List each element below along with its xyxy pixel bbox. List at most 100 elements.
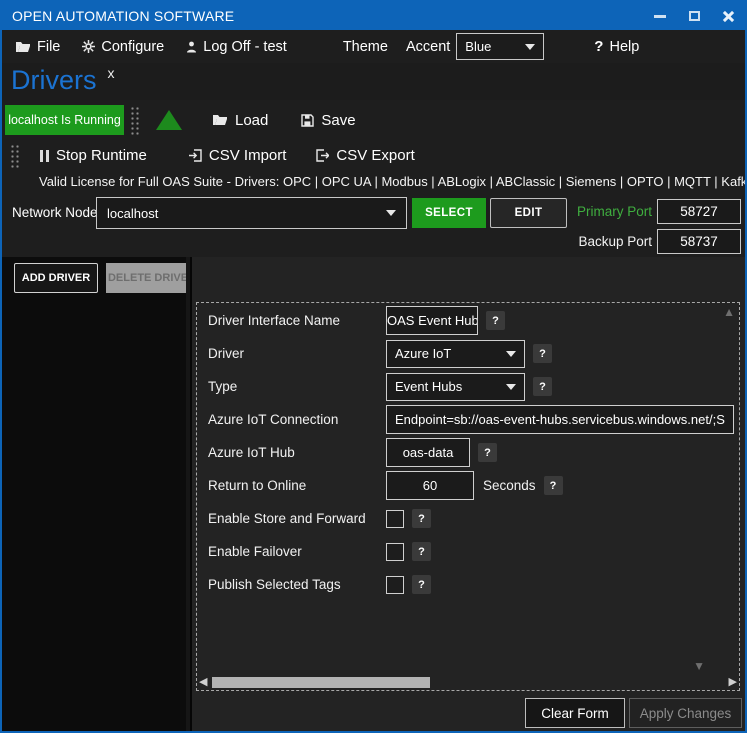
menu-file[interactable]: File <box>11 36 64 58</box>
primary-port-label: Primary Port <box>562 204 652 219</box>
save-icon <box>301 114 314 127</box>
chevron-down-icon <box>386 210 396 216</box>
toolbar-grip[interactable] <box>129 105 139 135</box>
return-to-online-input[interactable] <box>386 471 474 500</box>
clear-form-button[interactable]: Clear Form <box>525 698 625 728</box>
driver-interface-name-label: Driver Interface Name <box>208 313 386 328</box>
driver-interface-name-input[interactable] <box>386 306 478 335</box>
minimize-button[interactable] <box>643 2 677 30</box>
publish-selected-tags-checkbox[interactable] <box>386 576 404 594</box>
driver-list-panel: ADD DRIVER DELETE DRIVER <box>2 257 186 731</box>
menu-configure[interactable]: Configure <box>78 36 168 58</box>
save-label: Save <box>321 112 355 129</box>
help-button[interactable]: ? <box>544 476 563 495</box>
enable-store-and-forward-label: Enable Store and Forward <box>208 511 386 526</box>
csv-import-label: CSV Import <box>209 147 287 164</box>
form-row-return-to-online: Return to Online Seconds ? <box>208 469 735 502</box>
csv-import-button[interactable]: CSV Import <box>189 147 287 164</box>
user-icon <box>186 41 197 53</box>
network-node-select[interactable]: localhost <box>96 197 407 229</box>
primary-port-value: 58727 <box>657 199 741 224</box>
menu-bar: File Configure Log Off - test Theme Acce… <box>2 30 745 63</box>
folder-icon <box>15 41 31 53</box>
form-row-enable-store-and-forward: Enable Store and Forward ? <box>208 502 735 535</box>
close-icon <box>722 10 735 23</box>
csv-export-button[interactable]: CSV Export <box>316 147 414 164</box>
enable-failover-checkbox[interactable] <box>386 543 404 561</box>
add-driver-button[interactable]: ADD DRIVER <box>14 263 98 293</box>
scrollbar-thumb[interactable] <box>212 677 430 688</box>
chevron-down-icon <box>506 351 516 357</box>
menu-log-off[interactable]: Log Off - test <box>182 36 291 58</box>
import-icon <box>189 149 202 162</box>
toolbar-runtime: localhost Is Running Load Save <box>2 100 745 140</box>
license-text: Valid License for Full OAS Suite - Drive… <box>2 171 745 195</box>
stop-runtime-label: Stop Runtime <box>56 147 147 164</box>
window-controls <box>643 2 745 30</box>
network-node-value: localhost <box>107 206 158 221</box>
return-to-online-label: Return to Online <box>208 478 386 493</box>
menu-file-label: File <box>37 39 60 55</box>
scroll-left-icon[interactable]: ◀ <box>199 676 207 689</box>
driver-form: Driver Interface Name ? Driver Azure IoT… <box>197 304 739 601</box>
form-row-driver-interface-name: Driver Interface Name ? <box>208 304 735 337</box>
running-indicator-icon <box>156 110 182 130</box>
help-button[interactable]: ? <box>478 443 497 462</box>
accent-select[interactable]: Blue <box>456 33 544 60</box>
scroll-down-icon[interactable]: ▼ <box>693 659 705 673</box>
tab-drivers[interactable]: Drivers <box>11 63 97 97</box>
menu-help-label: Help <box>609 39 639 55</box>
help-button[interactable]: ? <box>533 344 552 363</box>
help-button[interactable]: ? <box>412 575 431 594</box>
help-button[interactable]: ? <box>412 509 431 528</box>
type-select[interactable]: Event Hubs <box>386 373 525 401</box>
gear-icon <box>82 40 95 53</box>
help-icon: ? <box>594 38 603 55</box>
help-button[interactable]: ? <box>486 311 505 330</box>
driver-select[interactable]: Azure IoT <box>386 340 525 368</box>
help-button[interactable]: ? <box>412 542 431 561</box>
scroll-right-icon[interactable]: ▶ <box>729 676 737 689</box>
maximize-icon <box>689 11 700 21</box>
app-window: OPEN AUTOMATION SOFTWARE File Configure … <box>0 0 747 733</box>
azure-iot-connection-label: Azure IoT Connection <box>208 412 386 427</box>
accent-selected-value: Blue <box>465 39 491 54</box>
azure-iot-connection-input[interactable] <box>386 405 734 434</box>
runtime-status-badge[interactable]: localhost Is Running <box>5 105 124 135</box>
save-button[interactable]: Save <box>301 112 355 129</box>
load-button[interactable]: Load <box>212 112 268 129</box>
accent-label: Accent <box>402 36 454 58</box>
help-button[interactable]: ? <box>533 377 552 396</box>
seconds-label: Seconds <box>483 478 536 493</box>
main-content: ADD DRIVER DELETE DRIVER ▲ Driver Interf… <box>2 257 745 731</box>
maximize-button[interactable] <box>677 2 711 30</box>
network-node-label: Network Node: <box>12 205 101 220</box>
select-button[interactable]: SELECT <box>412 198 486 228</box>
network-node-panel: Network Node: localhost SELECT EDIT Prim… <box>2 195 745 257</box>
enable-store-and-forward-checkbox[interactable] <box>386 510 404 528</box>
horizontal-scrollbar[interactable]: ◀ ▶ <box>199 676 737 689</box>
title-bar: OPEN AUTOMATION SOFTWARE <box>2 2 745 30</box>
menu-theme[interactable]: Theme <box>339 36 392 58</box>
apply-changes-button: Apply Changes <box>629 698 742 728</box>
menu-help[interactable]: ? Help <box>590 35 643 58</box>
window-title: OPEN AUTOMATION SOFTWARE <box>12 8 234 24</box>
form-row-azure-iot-hub: Azure IoT Hub ? <box>208 436 735 469</box>
publish-selected-tags-label: Publish Selected Tags <box>208 577 386 592</box>
export-icon <box>316 149 329 162</box>
azure-iot-hub-label: Azure IoT Hub <box>208 445 386 460</box>
csv-export-label: CSV Export <box>336 147 414 164</box>
menu-configure-label: Configure <box>101 39 164 55</box>
menu-theme-label: Theme <box>343 39 388 55</box>
folder-open-icon <box>212 114 228 126</box>
edit-button[interactable]: EDIT <box>490 198 567 228</box>
enable-failover-label: Enable Failover <box>208 544 386 559</box>
toolbar-grip-2[interactable] <box>9 143 19 168</box>
stop-runtime-button[interactable]: Stop Runtime <box>40 147 147 164</box>
backup-port-value: 58737 <box>657 229 741 254</box>
form-row-enable-failover: Enable Failover ? <box>208 535 735 568</box>
load-label: Load <box>235 112 268 129</box>
tab-close-icon[interactable]: x <box>108 65 115 81</box>
close-button[interactable] <box>711 2 745 30</box>
azure-iot-hub-input[interactable] <box>386 438 470 467</box>
